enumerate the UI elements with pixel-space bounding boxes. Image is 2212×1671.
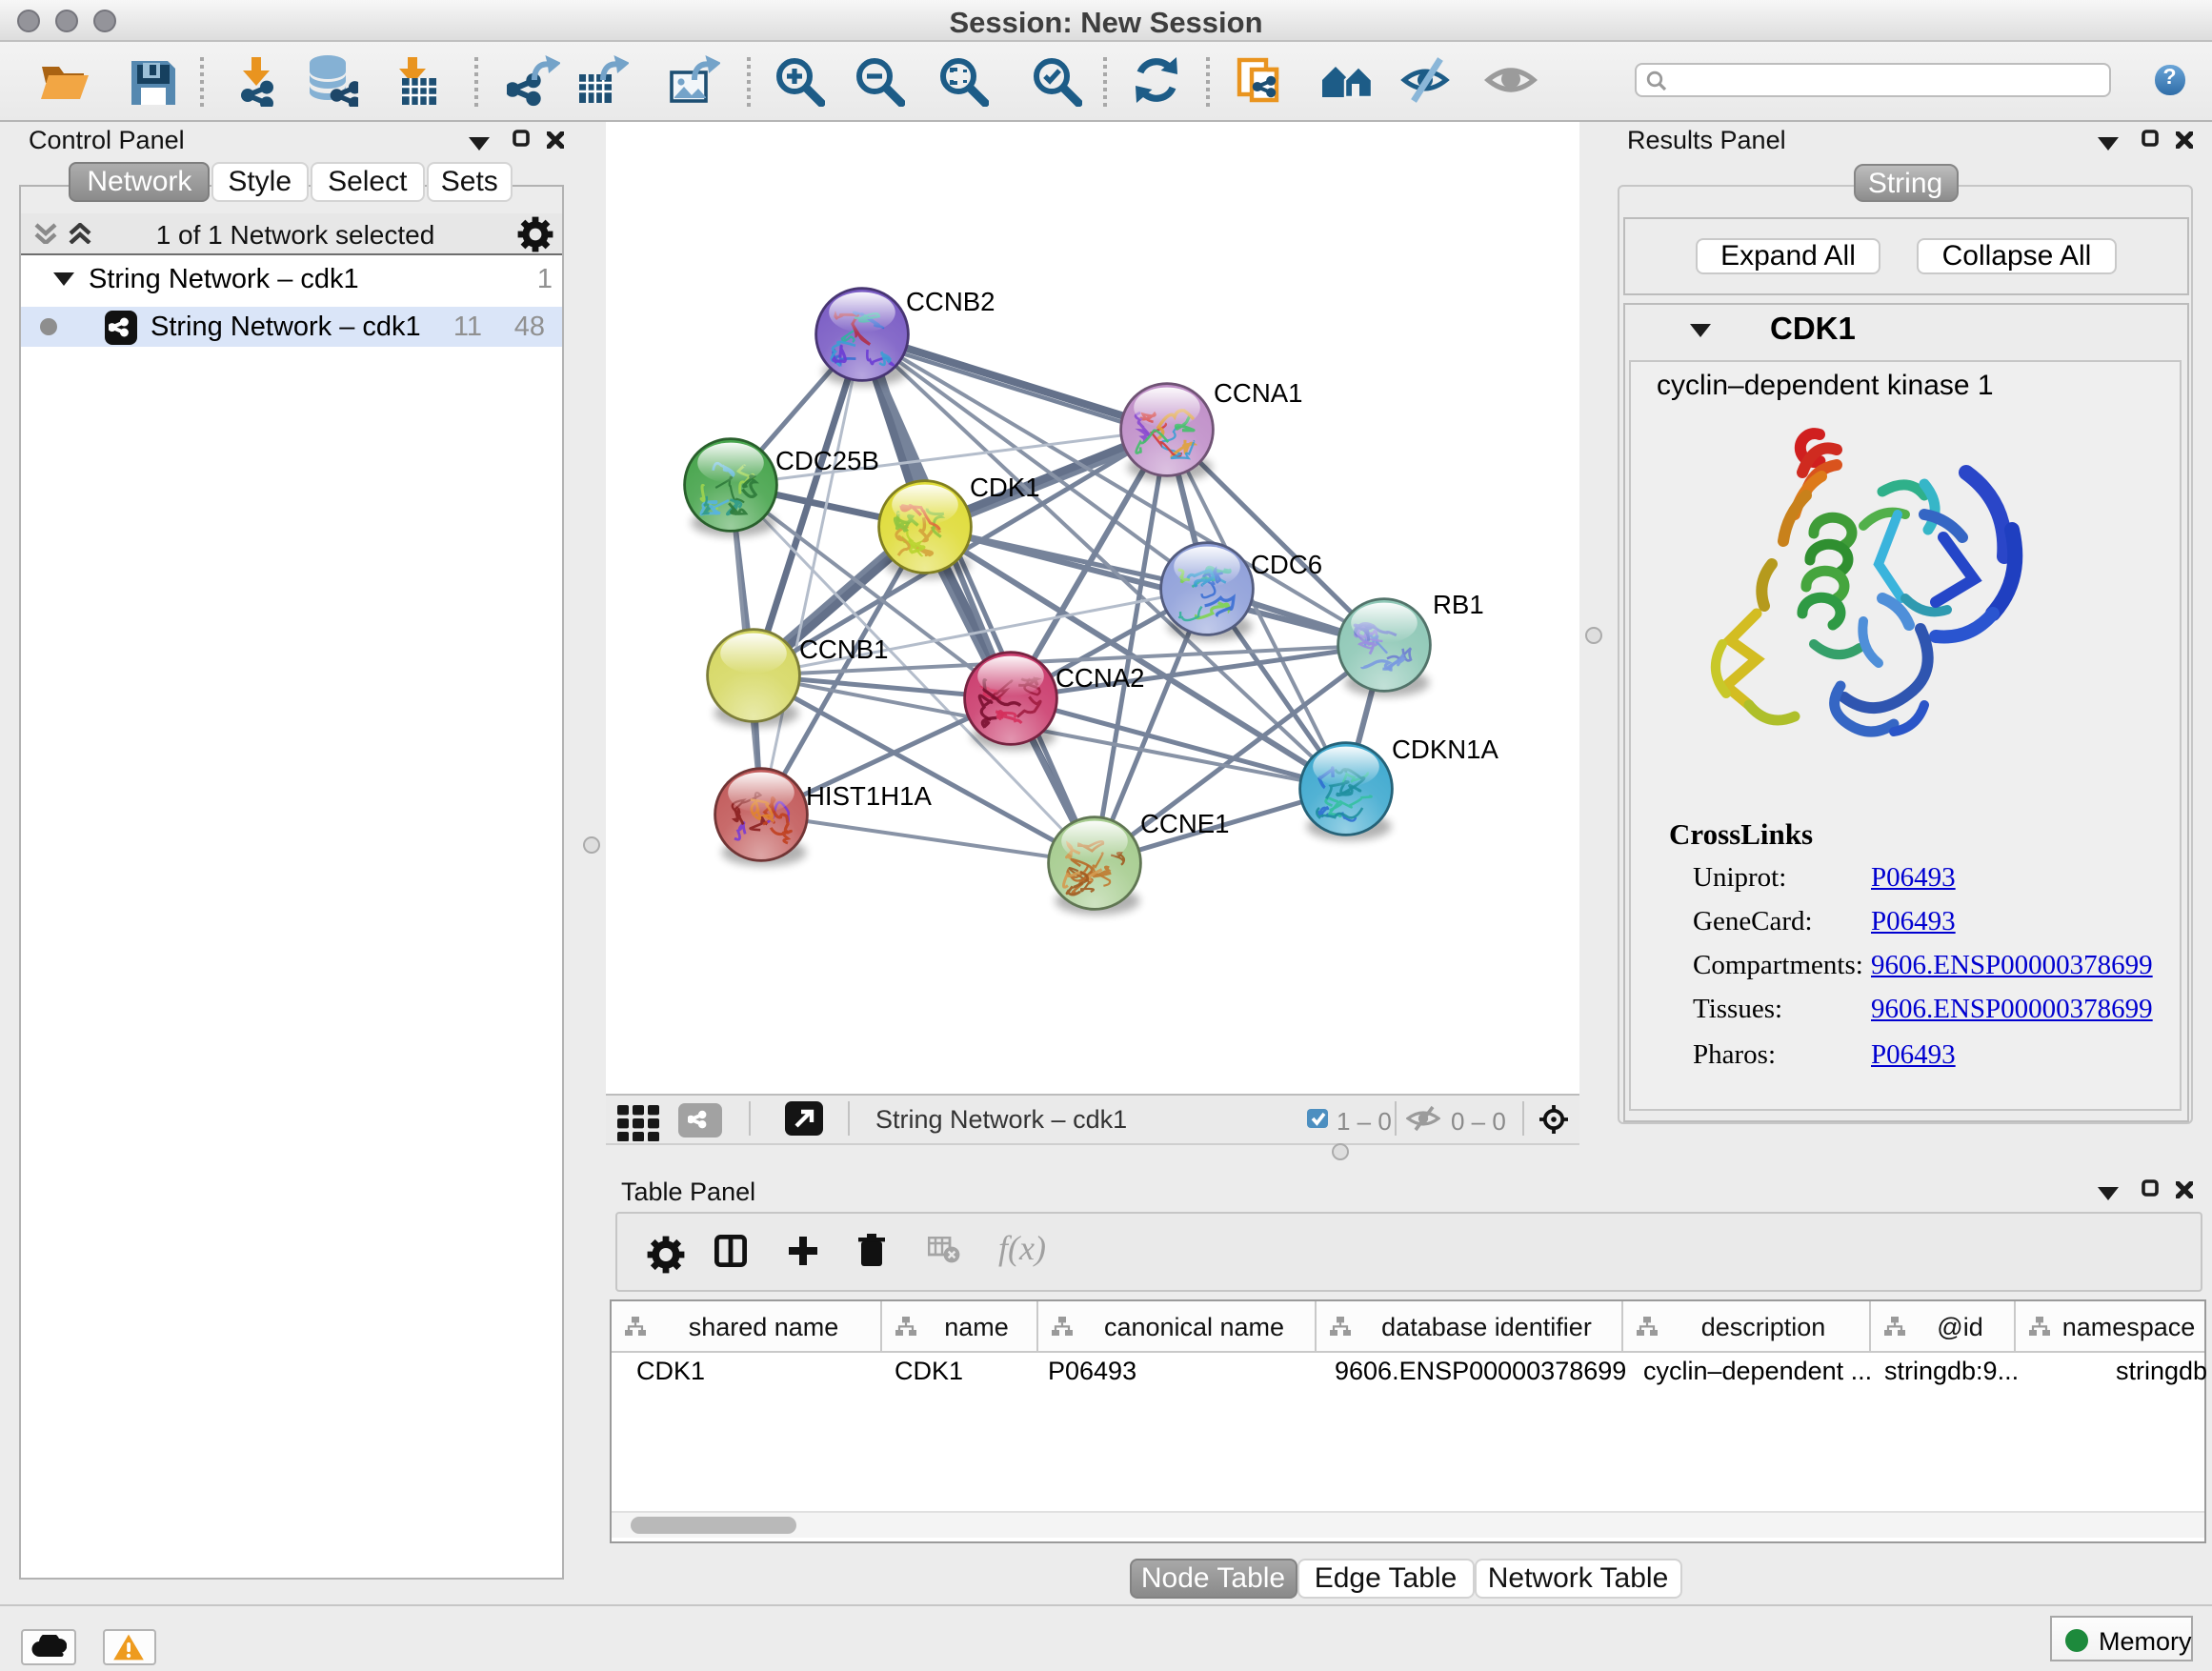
svg-text:CDK1: CDK1 (969, 472, 1039, 501)
svg-text:CDC6: CDC6 (1250, 549, 1321, 578)
svg-text:CCNB1: CCNB1 (798, 634, 888, 663)
svg-text:CDC25B: CDC25B (774, 445, 878, 474)
svg-text:HIST1H1A: HIST1H1A (805, 780, 931, 810)
svg-text:CDKN1A: CDKN1A (1391, 734, 1498, 763)
svg-text:CCNA2: CCNA2 (1055, 662, 1144, 692)
svg-text:RB1: RB1 (1432, 589, 1483, 618)
svg-text:CCNE1: CCNE1 (1139, 808, 1229, 837)
svg-text:CCNA1: CCNA1 (1213, 377, 1302, 407)
svg-text:CCNB2: CCNB2 (905, 286, 995, 315)
